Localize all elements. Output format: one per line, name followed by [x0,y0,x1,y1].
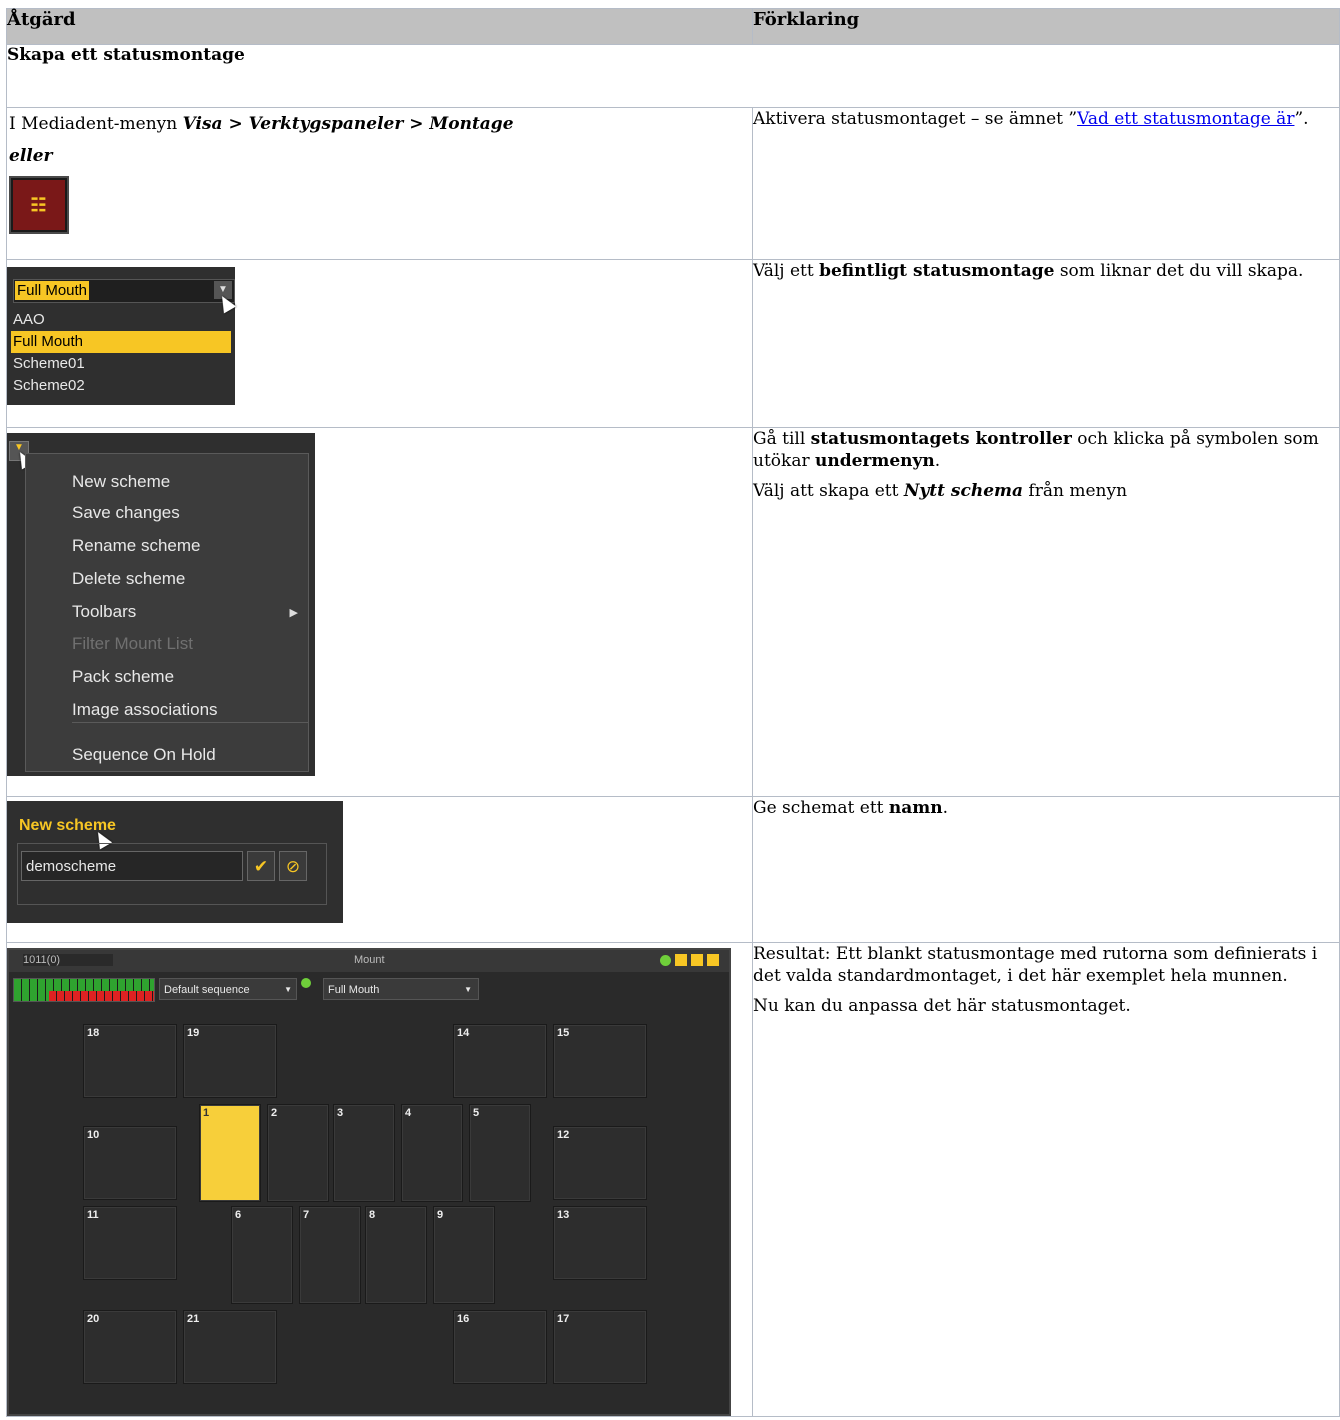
menu-separator [72,722,308,723]
mount-slot[interactable]: 10 [83,1126,177,1200]
submenu-arrow-icon: ▶ [289,607,298,619]
row1-or: eller [9,146,53,166]
slot-number: 16 [457,1313,470,1325]
slot-number: 10 [87,1129,100,1141]
mount-slot[interactable]: 9 [433,1206,495,1304]
row2-explanation: Välj ett befintligt statusmontage som li… [752,259,1340,428]
mount-slot[interactable]: 4 [401,1104,463,1202]
mount-slot[interactable]: 19 [183,1024,277,1098]
mount-slot[interactable]: 16 [453,1310,547,1384]
slot-number: 6 [235,1209,242,1221]
slot-number: 8 [369,1209,376,1221]
mount-slot[interactable]: 2 [267,1104,329,1202]
scheme-option-list: AAO Full Mouth Scheme01 Scheme02 [11,309,231,397]
mount-slot[interactable]: 21 [183,1310,277,1384]
slot-number: 7 [303,1209,310,1221]
mount-slot[interactable]: 14 [453,1024,547,1098]
mount-slot[interactable]: 12 [553,1126,647,1200]
scheme-dropdown[interactable]: Full Mouth ▼ AAO Full Mouth Scheme01 Scheme… [7,267,237,405]
slot-number: 17 [557,1313,570,1325]
mount-counter: 1011(0) [23,954,113,966]
status-dot-icon[interactable] [660,955,671,966]
mount-slot[interactable]: 6 [231,1206,293,1304]
mount-slot[interactable]: 20 [83,1310,177,1384]
sequence-status-icon[interactable] [301,978,313,1000]
menu-item[interactable]: Save changes [72,503,180,523]
menu-item[interactable]: Image associations [72,700,218,720]
mount-title: Mount [354,954,385,966]
slot-number: 20 [87,1313,100,1325]
menu-item[interactable]: Pack scheme [72,667,174,687]
header-action: Åtgärd [6,8,753,45]
menu-item[interactable]: Toolbars [72,602,136,622]
mount-slot[interactable]: 17 [553,1310,647,1384]
row1-action: I Mediadent-menyn Visa > Verktygspaneler… [6,107,753,260]
row3-action: ▼ New scheme Save changes Rename scheme Del… [6,427,753,797]
slot-number: 15 [557,1027,570,1039]
slot-number: 1 [203,1107,210,1119]
mount-panel: 1011(0) Mount Default sequence ▼ Full Mou… [7,948,731,1416]
slot-number: 2 [271,1107,278,1119]
mount-slot[interactable]: 18 [83,1024,177,1098]
row1-explanation: Aktivera statusmontaget – se ämnet ”Vad … [752,107,1340,260]
menu-item: Filter Mount List [72,634,193,653]
row1-menu-path: I Mediadent-menyn Visa > Verktygspaneler… [9,114,514,134]
lock-icon[interactable] [675,954,687,966]
menu-panel: New scheme Save changes Rename scheme Delet… [25,453,309,772]
slot-number: 21 [187,1313,200,1325]
scheme-select[interactable]: Full Mouth ▼ [323,978,479,1000]
mount-slot[interactable]: 7 [299,1206,361,1304]
topic-link[interactable]: Vad ett statusmontage är [1077,109,1294,129]
slot-number: 11 [87,1209,99,1221]
cancel-icon[interactable]: ⊘ [279,851,307,881]
slot-number: 18 [87,1027,100,1039]
section-title: Skapa ett statusmontage [6,44,1340,108]
row3-explanation: Gå till statusmontagets kontroller och k… [752,427,1340,797]
selected-scheme: Full Mouth [15,281,90,300]
scheme-option[interactable]: AAO [11,309,231,331]
mount-slot[interactable]: 11 [83,1206,177,1280]
slot-number: 12 [557,1129,570,1141]
scheme-name-input[interactable]: demoscheme [21,851,243,881]
scheme-combobox[interactable]: Full Mouth ▼ [13,279,235,303]
menu-toggle-icon[interactable] [707,954,719,966]
sequence-progress-icon [13,978,155,1002]
mount-slot[interactable]: 15 [553,1024,647,1098]
menu-item[interactable]: Sequence On Hold [72,745,216,765]
mount-context-menu: ▼ New scheme Save changes Rename scheme Del… [7,433,315,776]
menu-item[interactable]: Delete scheme [72,569,185,589]
new-scheme-dialog: New scheme demoscheme ✔ ⊘ [7,801,343,923]
row2-action: Full Mouth ▼ AAO Full Mouth Scheme01 Scheme… [6,259,753,428]
header-explanation: Förklaring [752,8,1340,45]
sequence-select[interactable]: Default sequence ▼ [159,978,297,1000]
mount-slot[interactable]: 8 [365,1206,427,1304]
slot-number: 14 [457,1027,470,1039]
mount-grid-icon[interactable]: ☷ [9,176,69,234]
mount-slot[interactable]: 13 [553,1206,647,1280]
confirm-check-icon[interactable]: ✔ [247,851,275,881]
slot-number: 3 [337,1107,344,1119]
mount-slot[interactable]: 1 [199,1104,261,1202]
scheme-option[interactable]: Scheme02 [11,375,231,397]
slot-number: 19 [187,1027,200,1039]
row4-explanation: Ge schemat ett namn. [752,796,1340,943]
menu-item[interactable]: New scheme [72,472,170,492]
slot-number: 9 [437,1209,444,1221]
mount-slot[interactable]: 5 [469,1104,531,1202]
scheme-option[interactable]: Scheme01 [11,353,231,375]
slot-number: 5 [473,1107,480,1119]
filter-icon[interactable] [691,954,703,966]
row5-explanation: Resultat: Ett blankt statusmontage med r… [752,942,1340,1417]
instruction-table: Åtgärd Förklaring Skapa ett statusmontag… [6,8,1340,1417]
menu-item[interactable]: Rename scheme [72,536,201,556]
mount-titlebar: 1011(0) Mount [9,950,729,972]
slot-number: 13 [557,1209,570,1221]
mount-slot[interactable]: 3 [333,1104,395,1202]
row4-action: New scheme demoscheme ✔ ⊘ [6,796,753,943]
slot-number: 4 [405,1107,412,1119]
row5-action: 1011(0) Mount Default sequence ▼ Full Mou… [6,942,753,1417]
scheme-option[interactable]: Full Mouth [11,331,231,353]
